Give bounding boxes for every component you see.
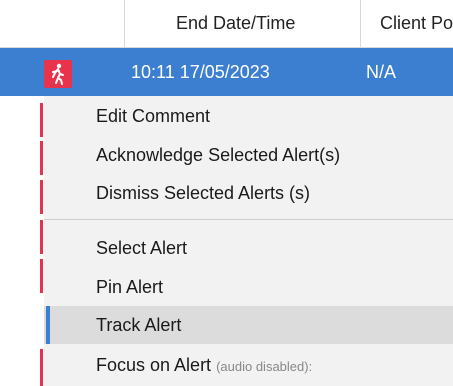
- alert-row-marker: [40, 141, 43, 175]
- column-header-end-datetime[interactable]: End Date/Time: [176, 13, 295, 34]
- alert-row-marker: [40, 259, 43, 293]
- alert-row-marker: [40, 220, 43, 254]
- end-datetime-cell: 10:11 17/05/2023: [131, 62, 270, 82]
- menu-item-dismiss-alerts[interactable]: Dismiss Selected Alerts (s): [44, 174, 453, 212]
- menu-item-acknowledge-alerts[interactable]: Acknowledge Selected Alert(s): [44, 136, 453, 174]
- column-separator[interactable]: [124, 0, 125, 47]
- menu-item-note: (audio disabled):: [216, 359, 313, 374]
- alert-row-marker: [40, 103, 43, 137]
- menu-item-track-alert[interactable]: Track Alert: [44, 306, 453, 344]
- highlight-bar: [46, 306, 50, 344]
- menu-item-pin-alert[interactable]: Pin Alert: [44, 268, 453, 306]
- menu-item-edit-comment[interactable]: Edit Comment: [44, 97, 453, 135]
- alert-row-marker: [40, 349, 43, 386]
- walking-person-icon: [44, 60, 72, 88]
- column-header-client[interactable]: Client Po: [380, 13, 453, 34]
- menu-item-focus-on-alert[interactable]: Focus on Alert (audio disabled):: [44, 346, 453, 384]
- menu-item-label: Focus on Alert: [96, 355, 212, 375]
- column-separator[interactable]: [360, 0, 361, 47]
- menu-separator: [44, 219, 453, 220]
- alert-row-marker: [40, 180, 43, 214]
- client-cell: N/A: [366, 62, 397, 82]
- menu-item-select-alert[interactable]: Select Alert: [44, 229, 453, 267]
- table-header: End Date/Time Client Po: [0, 0, 453, 48]
